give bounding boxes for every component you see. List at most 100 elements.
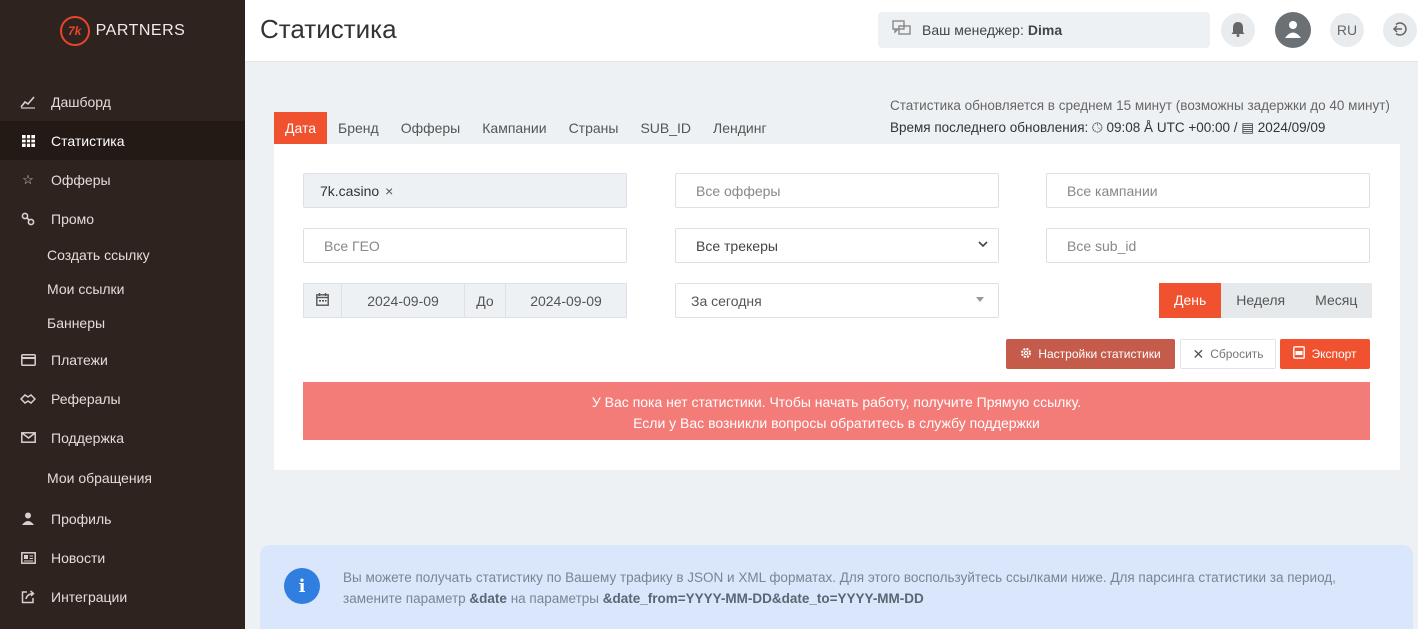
- sidebar-subitem-my-links[interactable]: Мои ссылки: [0, 272, 245, 306]
- chart-line-icon: [20, 94, 36, 110]
- api-info-box: i Вы можете получать статистику по Вашем…: [260, 545, 1413, 629]
- page-title: Статистика: [260, 14, 397, 44]
- user-icon: [20, 511, 36, 527]
- manager-info[interactable]: Ваш менеджер: Dima: [878, 12, 1210, 48]
- tab-offers[interactable]: Офферы: [390, 112, 472, 144]
- logout-button[interactable]: [1383, 13, 1417, 47]
- date-to-label: До: [465, 284, 506, 317]
- grid-table-icon: [20, 133, 36, 149]
- subid-select[interactable]: Все sub_id: [1046, 228, 1370, 263]
- pdf-file-icon: [1293, 346, 1306, 362]
- tab-date[interactable]: Дата: [274, 112, 328, 144]
- sidebar-item-label: Профиль: [51, 510, 112, 527]
- avatar[interactable]: [1275, 12, 1311, 48]
- alert-line-2: Если у Вас возникли вопросы обратитесь в…: [633, 415, 1040, 431]
- sidebar-item-label: Поддержка: [51, 429, 125, 446]
- sidebar-item-referrals[interactable]: Рефералы: [0, 379, 245, 418]
- last-update: Время последнего обновления: 🕓︎ 09:08 Å …: [890, 120, 1325, 136]
- sidebar-item-label: Интеграции: [51, 588, 128, 605]
- manager-name: Dima: [1027, 22, 1063, 38]
- sidebar-item-offers[interactable]: ☆ Офферы: [0, 160, 245, 199]
- sidebar-item-integrations[interactable]: Интеграции: [0, 577, 245, 616]
- manager-label: Ваш менеджер:: [922, 22, 1024, 38]
- handshake-icon: [20, 391, 36, 407]
- tab-brand[interactable]: Бренд: [327, 112, 390, 144]
- logo-mark: 7k: [59, 16, 90, 46]
- trackers-value: Все трекеры: [696, 237, 778, 254]
- last-update-label: Время последнего обновления:: [890, 120, 1089, 135]
- api-info-text-part: на параметры: [510, 591, 599, 606]
- sidebar-item-statistics[interactable]: Статистика: [0, 121, 245, 160]
- last-update-date: 2024/09/09: [1257, 120, 1326, 135]
- close-icon: ✕: [1192, 345, 1205, 362]
- api-info-line-1: Вы можете получать статистику по Вашему …: [343, 570, 1336, 585]
- newspaper-icon: [20, 550, 36, 566]
- alert-line-1: У Вас пока нет статистики. Чтобы начать …: [591, 394, 1082, 410]
- sidebar-item-dashboard[interactable]: Дашборд: [0, 82, 245, 121]
- filter-card: 7k.casino × Все офферы Все кампании Все …: [274, 144, 1400, 470]
- last-update-time: 09:08: [1106, 120, 1141, 135]
- sidebar-subitem-my-tickets[interactable]: Мои обращения: [0, 457, 245, 499]
- stat-settings-label: Настройки статистики: [1038, 347, 1161, 361]
- sidebar-item-profile[interactable]: Профиль: [0, 499, 245, 538]
- offers-select[interactable]: Все офферы: [675, 173, 999, 208]
- date-range-picker: 2024-09-09 До 2024-09-09: [303, 283, 627, 318]
- language-switcher[interactable]: RU: [1330, 13, 1364, 47]
- tag-remove-button[interactable]: ×: [385, 183, 393, 199]
- brand-select[interactable]: 7k.casino ×: [303, 173, 627, 208]
- geo-select[interactable]: Все ГЕО: [303, 228, 627, 263]
- envelope-icon: [20, 430, 36, 446]
- api-info-param: &date: [469, 591, 507, 606]
- reset-label: Сбросить: [1210, 347, 1264, 361]
- update-frequency-note: Статистика обновляется в среднем 15 мину…: [890, 98, 1390, 113]
- credit-card-icon: [20, 352, 36, 368]
- campaigns-select[interactable]: Все кампании: [1046, 173, 1370, 208]
- date-from-input[interactable]: 2024-09-09: [342, 284, 465, 317]
- sidebar-item-label: Новости: [51, 549, 106, 566]
- sidebar-item-news[interactable]: Новости: [0, 538, 245, 577]
- bell-icon: [1231, 21, 1245, 40]
- sidebar-nav: Дашборд Статистика ☆ Офферы Промо Создат…: [0, 82, 245, 616]
- api-info-text: Вы можете получать статистику по Вашему …: [343, 567, 1393, 609]
- date-to-input[interactable]: 2024-09-09: [506, 284, 626, 317]
- sidebar-item-promo[interactable]: Промо: [0, 199, 245, 238]
- timezone-icon: Å: [1144, 120, 1154, 135]
- sidebar-item-label: Статистика: [51, 132, 125, 149]
- tab-campaigns[interactable]: Кампании: [471, 112, 557, 144]
- logout-icon: [1392, 21, 1408, 40]
- period-week[interactable]: Неделя: [1221, 283, 1301, 318]
- sidebar-subitem-create-link[interactable]: Создать ссылку: [0, 238, 245, 272]
- reset-button[interactable]: ✕ Сбросить: [1180, 339, 1276, 369]
- clock-icon: 🕓︎: [1092, 120, 1103, 135]
- api-info-text-part: замените параметр: [343, 591, 466, 606]
- notifications-button[interactable]: [1221, 13, 1255, 47]
- star-icon: ☆: [22, 171, 34, 187]
- tab-countries[interactable]: Страны: [558, 112, 630, 144]
- sidebar-item-label: Офферы: [51, 171, 111, 188]
- logo[interactable]: 7k PARTNERS: [0, 0, 245, 62]
- gear-icon: [1020, 347, 1032, 362]
- tab-sub-id[interactable]: SUB_ID: [629, 112, 702, 144]
- sidebar-item-label: Дашборд: [51, 93, 111, 110]
- export-label: Экспорт: [1311, 347, 1357, 361]
- sidebar-item-support[interactable]: Поддержка: [0, 418, 245, 457]
- brand-tag: 7k.casino: [320, 182, 380, 199]
- trackers-select[interactable]: Все трекеры: [675, 228, 999, 263]
- stat-tabs: Дата Бренд Офферы Кампании Страны SUB_ID…: [274, 112, 778, 144]
- calendar-button[interactable]: [304, 284, 342, 317]
- sidebar-item-payments[interactable]: Платежи: [0, 340, 245, 379]
- share-icon: [20, 589, 36, 605]
- sidebar-subitem-banners[interactable]: Баннеры: [0, 306, 245, 340]
- stat-settings-button[interactable]: Настройки статистики: [1006, 339, 1175, 369]
- api-info-line-2: замените параметр &date на параметры &da…: [343, 588, 1393, 609]
- chevron-down-icon: [978, 239, 988, 251]
- tab-landing[interactable]: Лендинг: [702, 112, 778, 144]
- chat-icon: [892, 19, 912, 41]
- period-toggle: День Неделя Месяц: [1159, 283, 1373, 318]
- sidebar-item-label: Промо: [51, 210, 95, 227]
- period-day[interactable]: День: [1159, 283, 1222, 318]
- export-button[interactable]: Экспорт: [1280, 339, 1370, 369]
- calendar-icon: ▤: [1241, 120, 1255, 135]
- period-month[interactable]: Месяц: [1300, 283, 1373, 318]
- range-select[interactable]: За сегодня: [675, 283, 999, 318]
